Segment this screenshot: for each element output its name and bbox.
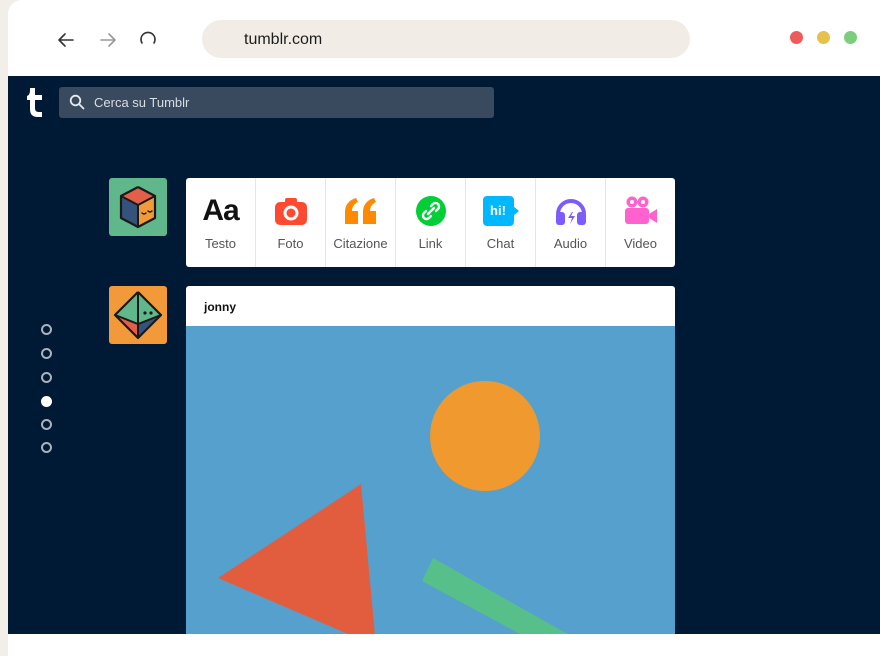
slide-dot[interactable] bbox=[41, 419, 52, 430]
post-type-label: Link bbox=[418, 236, 443, 251]
video-camera-icon bbox=[623, 194, 659, 228]
chat-glyph: hi! bbox=[490, 203, 506, 218]
slide-dot[interactable] bbox=[41, 372, 52, 383]
window-close-dot[interactable] bbox=[790, 31, 803, 44]
browser-toolbar: tumblr.com bbox=[8, 0, 880, 76]
text-glyph: Aa bbox=[202, 194, 239, 227]
slide-dot[interactable] bbox=[41, 442, 52, 453]
post-type-chat[interactable]: hi! Chat bbox=[466, 178, 536, 267]
post-artwork bbox=[218, 381, 568, 634]
arrow-left-icon bbox=[58, 33, 74, 47]
slide-dot-active[interactable] bbox=[41, 396, 52, 407]
post-type-video[interactable]: Video bbox=[606, 178, 675, 267]
headphones-icon bbox=[553, 194, 589, 228]
browser-bottom-edge bbox=[8, 634, 880, 656]
chat-icon: hi! bbox=[482, 194, 519, 228]
post-type-label: Foto bbox=[277, 236, 304, 251]
diamond-avatar-icon bbox=[113, 291, 163, 340]
forward-button[interactable] bbox=[94, 26, 122, 54]
post-author-avatar[interactable] bbox=[109, 286, 167, 344]
post-image[interactable] bbox=[186, 326, 675, 634]
slide-dot[interactable] bbox=[41, 324, 52, 335]
cube-avatar-icon bbox=[119, 186, 157, 229]
arrow-right-icon bbox=[100, 33, 116, 47]
address-url: tumblr.com bbox=[244, 31, 323, 48]
post-type-label: Chat bbox=[486, 236, 515, 251]
post-type-link[interactable]: Link bbox=[396, 178, 466, 267]
post-type-photo[interactable]: Foto bbox=[256, 178, 326, 267]
window-minimize-dot[interactable] bbox=[817, 31, 830, 44]
reload-button[interactable] bbox=[134, 26, 162, 54]
browser-window: tumblr.com Cerca su Tumblr Aa Testo Foto… bbox=[8, 0, 880, 656]
back-button[interactable] bbox=[52, 26, 80, 54]
post-type-label: Testo bbox=[204, 236, 237, 251]
search-box[interactable]: Cerca su Tumblr bbox=[59, 87, 494, 118]
post-type-text[interactable]: Aa Testo bbox=[186, 178, 256, 267]
post-type-audio[interactable]: Audio bbox=[536, 178, 606, 267]
tumblr-logo-icon bbox=[27, 88, 42, 117]
search-icon bbox=[69, 94, 85, 110]
post-type-label: Citazione bbox=[333, 236, 388, 251]
post-type-label: Video bbox=[623, 236, 657, 251]
post-username[interactable]: jonny bbox=[204, 300, 236, 314]
post-type-bar: Aa Testo Foto Citazione Link hi! Chat Au… bbox=[186, 178, 675, 267]
slide-dot[interactable] bbox=[41, 348, 52, 359]
tumblr-page: Cerca su Tumblr Aa Testo Foto Citazione … bbox=[8, 76, 880, 634]
tumblr-logo[interactable] bbox=[24, 86, 46, 123]
text-icon: Aa bbox=[202, 194, 239, 228]
address-bar[interactable]: tumblr.com bbox=[202, 20, 690, 58]
post-type-label: Audio bbox=[553, 236, 588, 251]
window-maximize-dot[interactable] bbox=[844, 31, 857, 44]
user-avatar[interactable] bbox=[109, 178, 167, 236]
camera-icon bbox=[273, 194, 309, 228]
search-placeholder: Cerca su Tumblr bbox=[94, 95, 190, 110]
post-card: jonny bbox=[186, 286, 675, 634]
quote-icon bbox=[343, 194, 379, 228]
link-icon bbox=[413, 194, 449, 228]
reload-icon bbox=[140, 31, 156, 44]
post-type-quote[interactable]: Citazione bbox=[326, 178, 396, 267]
